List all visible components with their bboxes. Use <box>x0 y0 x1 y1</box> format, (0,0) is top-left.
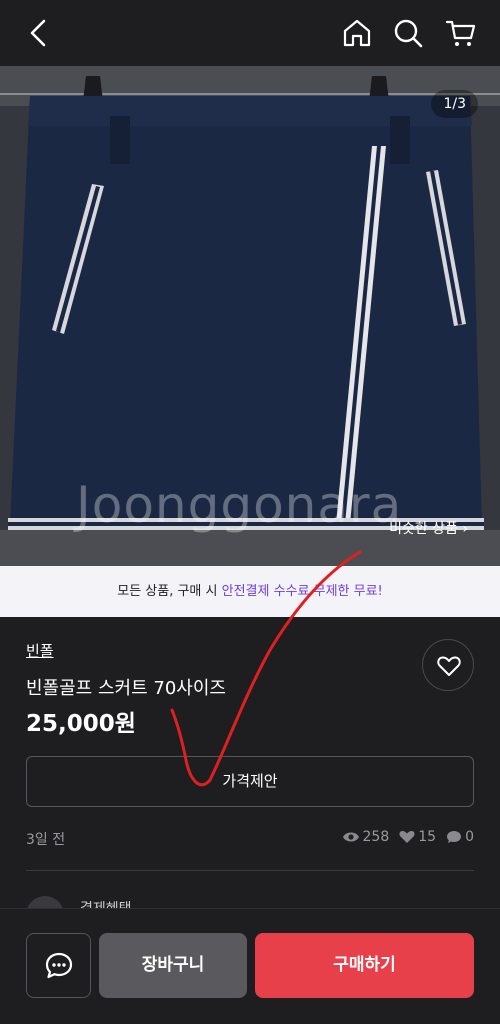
view-count: 258 <box>362 829 390 845</box>
chat-bubble-icon <box>45 952 73 979</box>
chat-button[interactable] <box>26 933 91 998</box>
banner-text: 모든 상품, 구매 시 <box>117 584 222 599</box>
buy-now-button[interactable]: 구매하기 <box>255 933 474 998</box>
bottom-action-bar: 장바구니 구매하기 <box>0 908 500 1024</box>
posted-time: 3일 전 <box>26 832 66 848</box>
safe-payment-banner[interactable]: 모든 상품, 구매 시 안전결제 수수료 무제한 무료! <box>0 566 500 617</box>
chat-count: 0 <box>465 829 474 845</box>
similar-products-link[interactable]: 비슷한 상품 › <box>389 518 468 538</box>
product-image-gallery[interactable]: 1/3 Joonggonara 비슷한 상품 › <box>0 66 500 566</box>
home-icon[interactable] <box>340 16 374 50</box>
watermark: Joonggonara <box>76 476 403 534</box>
search-icon[interactable] <box>391 16 425 50</box>
product-stats: 258 15 0 <box>332 829 474 845</box>
chevron-left-icon[interactable] <box>22 16 56 50</box>
price-offer-button[interactable]: 가격제안 <box>26 756 474 807</box>
banner-highlight: 안전결제 수수료 무제한 무료! <box>221 584 383 599</box>
product-price: 25,000원 <box>26 711 136 737</box>
heart-icon <box>437 656 461 676</box>
wishlist-button[interactable] <box>422 639 474 691</box>
eye-icon <box>342 832 359 842</box>
like-count: 15 <box>418 829 437 845</box>
heart-icon <box>399 831 415 843</box>
store-name-link[interactable]: 빈폴 <box>26 640 54 661</box>
page-indicator: 1/3 <box>431 90 478 118</box>
divider <box>26 870 474 871</box>
top-bar <box>0 0 500 66</box>
product-title: 빈폴골프 스커트 70사이즈 <box>26 678 226 699</box>
shopping-cart-icon[interactable] <box>444 16 478 50</box>
add-to-cart-button[interactable]: 장바구니 <box>99 933 247 998</box>
chat-bubble-icon <box>447 831 462 843</box>
